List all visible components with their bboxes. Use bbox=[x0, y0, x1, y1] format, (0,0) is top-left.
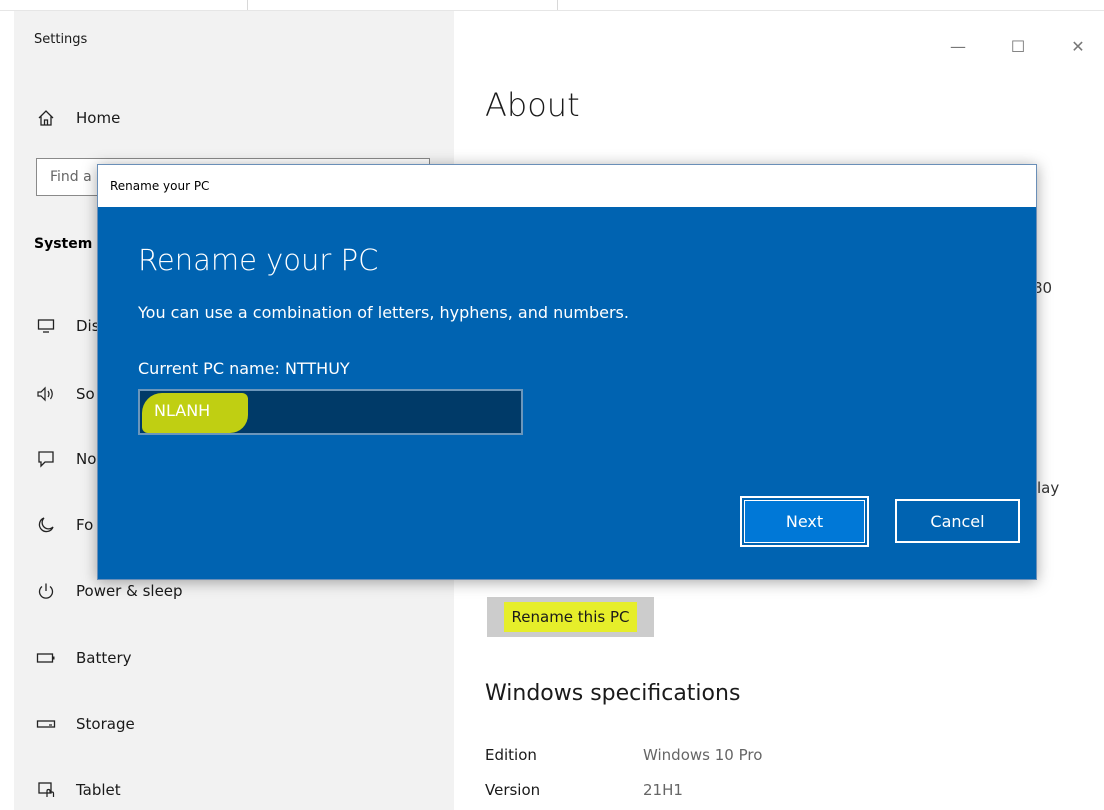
sidebar-item-power-sleep[interactable]: Power & sleep bbox=[34, 579, 183, 603]
sidebar-item-home[interactable]: Home bbox=[34, 106, 120, 130]
battery-icon bbox=[34, 648, 58, 668]
next-button-label: Next bbox=[744, 500, 865, 543]
sidebar-item-battery[interactable]: Battery bbox=[34, 646, 132, 670]
rename-this-pc-button[interactable]: Rename this PC bbox=[487, 597, 654, 637]
dialog-window-title: Rename your PC bbox=[110, 179, 210, 193]
page-title: About bbox=[485, 86, 580, 124]
moon-icon bbox=[34, 515, 58, 535]
spec-key: Version bbox=[485, 781, 541, 799]
maximize-button[interactable]: ☐ bbox=[998, 31, 1038, 61]
sidebar-item-label: Dis bbox=[76, 317, 100, 335]
sidebar-item-sound[interactable]: So bbox=[34, 382, 95, 406]
minimize-button[interactable]: — bbox=[938, 31, 978, 61]
spec-value: 21H1 bbox=[643, 781, 683, 799]
strip-divider bbox=[247, 0, 248, 10]
sidebar-item-label: Home bbox=[76, 109, 121, 127]
close-icon: ✕ bbox=[1071, 36, 1085, 56]
app-title: Settings bbox=[34, 32, 88, 47]
rename-pc-dialog: Rename your PC Rename your PC You can us… bbox=[97, 164, 1037, 580]
sidebar-item-notifications[interactable]: No bbox=[34, 447, 96, 471]
speaker-icon bbox=[34, 384, 58, 404]
section-heading: Windows specifications bbox=[485, 681, 741, 706]
spec-value: Windows 10 Pro bbox=[643, 746, 763, 764]
storage-icon bbox=[34, 714, 58, 734]
sidebar-item-focus-assist[interactable]: Fo bbox=[34, 513, 93, 537]
sidebar-item-label: Fo bbox=[76, 516, 94, 534]
sidebar-item-tablet[interactable]: Tablet bbox=[34, 778, 121, 802]
close-button[interactable]: ✕ bbox=[1058, 31, 1098, 61]
strip-divider bbox=[557, 0, 558, 10]
minimize-icon: — bbox=[950, 36, 966, 56]
power-icon bbox=[34, 581, 58, 601]
current-pc-name: Current PC name: NTTHUY bbox=[138, 359, 350, 378]
spec-row: Version 21H1 bbox=[485, 781, 885, 799]
sidebar-item-storage[interactable]: Storage bbox=[34, 712, 135, 736]
spec-row: Edition Windows 10 Pro bbox=[485, 746, 885, 764]
spec-key: Edition bbox=[485, 746, 537, 764]
rename-button-label: Rename this PC bbox=[503, 602, 638, 632]
dialog-titlebar[interactable]: Rename your PC bbox=[98, 165, 1036, 207]
new-pc-name-input[interactable]: NLANH bbox=[138, 389, 523, 435]
input-value: NLANH bbox=[154, 401, 211, 420]
sidebar-item-display[interactable]: Dis bbox=[34, 314, 100, 338]
sidebar-item-label: Storage bbox=[76, 715, 135, 733]
next-button[interactable]: Next bbox=[740, 496, 869, 547]
search-placeholder: Find a bbox=[50, 169, 92, 185]
dialog-body: Rename your PC You can use a combination… bbox=[98, 207, 1036, 579]
partial-text: lay bbox=[1037, 479, 1060, 497]
sidebar-item-label: Power & sleep bbox=[76, 582, 183, 600]
cancel-button[interactable]: Cancel bbox=[895, 499, 1020, 543]
sidebar-item-label: No bbox=[76, 450, 97, 468]
sidebar-item-label: Tablet bbox=[76, 781, 121, 799]
sidebar-item-label: Battery bbox=[76, 649, 132, 667]
tablet-icon bbox=[34, 780, 58, 800]
top-edge-strip bbox=[0, 0, 1104, 11]
notification-icon bbox=[34, 449, 58, 469]
maximize-icon: ☐ bbox=[1010, 36, 1026, 56]
dialog-heading: Rename your PC bbox=[138, 243, 379, 277]
home-icon bbox=[34, 108, 58, 128]
dialog-description: You can use a combination of letters, hy… bbox=[138, 303, 629, 322]
sidebar-item-label: So bbox=[76, 385, 95, 403]
monitor-icon bbox=[34, 316, 58, 336]
section-label: System bbox=[34, 236, 93, 252]
